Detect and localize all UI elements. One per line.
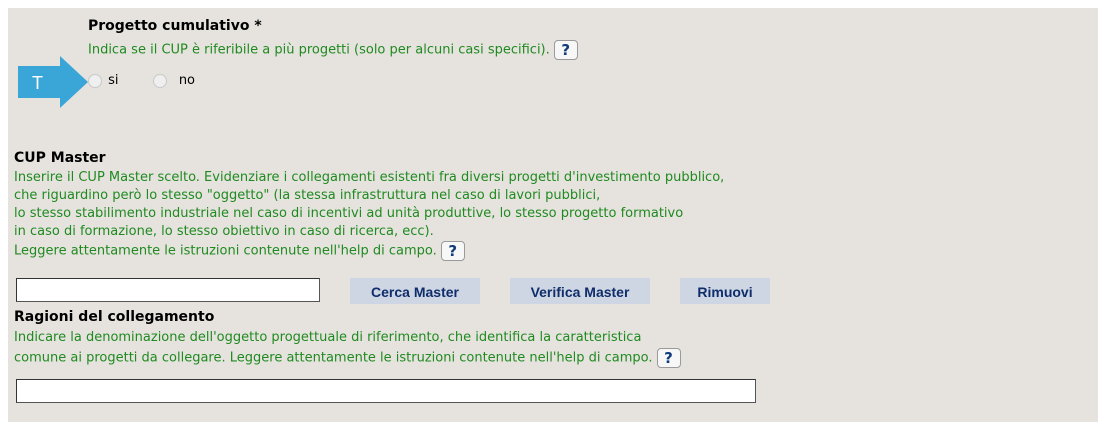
- progetto-description-text: Indica se il CUP è riferibile a più prog…: [88, 42, 550, 58]
- ragioni-title: Ragioni del collegamento: [14, 309, 215, 325]
- progetto-cumulativo-title: Progetto cumulativo *: [88, 18, 262, 34]
- cup-master-line: lo stesso stabilimento industriale nel c…: [14, 206, 684, 221]
- ragioni-line-text: comune ai progetti da collegare. Leggere…: [14, 350, 653, 366]
- radio-si-label: si: [108, 73, 119, 88]
- cup-master-description: Inserire il CUP Master scelto. Evidenzia…: [14, 169, 724, 261]
- radio-group-progetto: si no: [88, 73, 195, 88]
- help-icon[interactable]: ?: [553, 40, 578, 60]
- cup-master-line: Inserire il CUP Master scelto. Evidenzia…: [14, 170, 725, 185]
- progetto-cumulativo-description: Indica se il CUP è riferibile a più prog…: [88, 40, 578, 61]
- help-icon[interactable]: ?: [440, 241, 465, 261]
- cup-master-input[interactable]: [16, 278, 320, 302]
- ragioni-line: Indicare la denominazione dell'oggetto p…: [14, 330, 642, 345]
- cup-master-line-text: Leggere attentamente le istruzioni conte…: [14, 243, 437, 259]
- tag-label: T: [32, 73, 43, 93]
- cup-master-line: che riguardino però lo stesso "oggetto" …: [14, 188, 601, 203]
- ragioni-description: Indicare la denominazione dell'oggetto p…: [14, 328, 681, 369]
- form-panel: Progetto cumulativo * Indica se il CUP è…: [8, 8, 1098, 422]
- cup-master-line: in caso di formazione, lo stesso obietti…: [14, 224, 434, 239]
- radio-si[interactable]: [88, 73, 102, 88]
- ragioni-line: comune ai progetti da collegare. Leggere…: [14, 348, 681, 369]
- help-icon[interactable]: ?: [656, 348, 681, 368]
- radio-no-label: no: [178, 73, 196, 88]
- radio-no[interactable]: [152, 73, 167, 88]
- verifica-master-button[interactable]: Verifica Master: [510, 278, 650, 304]
- cup-master-title: CUP Master: [14, 150, 106, 166]
- rimuovi-button[interactable]: Rimuovi: [680, 278, 770, 304]
- tag-arrow-icon: T: [18, 56, 88, 108]
- ragioni-input[interactable]: [16, 379, 756, 403]
- cerca-master-button[interactable]: Cerca Master: [350, 278, 480, 304]
- cup-master-line: Leggere attentamente le istruzioni conte…: [14, 241, 724, 261]
